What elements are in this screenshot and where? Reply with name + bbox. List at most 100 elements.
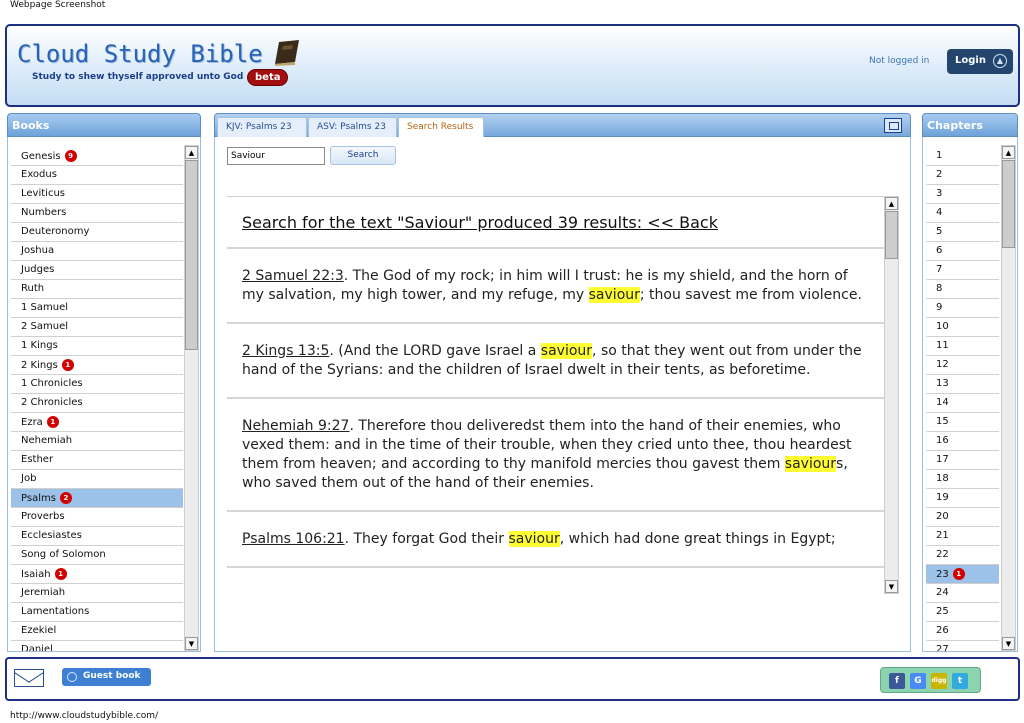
- guest-book-label: Guest book: [83, 671, 141, 681]
- verse-reference-link[interactable]: 2 Samuel 22:3: [242, 268, 344, 284]
- chapters-scrollbar[interactable]: ▲ ▼: [1001, 145, 1016, 651]
- result-text: . (And the LORD gave Israel a: [329, 343, 541, 359]
- results-scroll-thumb[interactable]: [885, 211, 898, 259]
- search-button[interactable]: Search: [330, 146, 396, 165]
- book-list-item[interactable]: Nehemiah: [11, 432, 183, 451]
- book-list-item[interactable]: Leviticus: [11, 185, 183, 204]
- chapter-list-item[interactable]: 22: [926, 546, 999, 565]
- results-scrollbar[interactable]: ▲ ▼: [884, 196, 899, 594]
- chapter-list-item[interactable]: 1: [926, 147, 999, 166]
- google-icon[interactable]: G: [910, 673, 926, 689]
- scroll-down-icon[interactable]: ▼: [885, 580, 898, 593]
- digg-icon[interactable]: digg: [931, 673, 947, 689]
- chapter-label: 27: [936, 644, 949, 652]
- scroll-down-icon[interactable]: ▼: [1002, 637, 1015, 650]
- highlighted-match: saviour: [784, 456, 837, 472]
- plus-icon: [67, 672, 77, 682]
- maximize-icon[interactable]: [884, 118, 902, 133]
- tab-kjv-psalms-23[interactable]: KJV: Psalms 23: [217, 117, 307, 138]
- tab-asv-psalms-23[interactable]: ASV: Psalms 23: [308, 117, 397, 138]
- book-list-item[interactable]: 2 Samuel: [11, 318, 183, 337]
- chapter-list-item[interactable]: 18: [926, 470, 999, 489]
- tab-search-results[interactable]: Search Results: [398, 117, 484, 138]
- chapters-scroll-thumb[interactable]: [1002, 160, 1015, 248]
- chapter-list-item[interactable]: 19: [926, 489, 999, 508]
- book-list-item[interactable]: Lamentations: [11, 603, 183, 622]
- chapter-list-item[interactable]: 7: [926, 261, 999, 280]
- book-list-item[interactable]: Ezra 1: [11, 413, 183, 432]
- chapter-label: 18: [936, 473, 949, 484]
- login-button[interactable]: Login ▲: [947, 49, 1013, 74]
- book-list-item[interactable]: 2 Kings 1: [11, 356, 183, 375]
- book-list-item[interactable]: Numbers: [11, 204, 183, 223]
- chapter-label: 23: [936, 569, 949, 580]
- book-list-item[interactable]: Esther: [11, 451, 183, 470]
- chapter-list-item[interactable]: 3: [926, 185, 999, 204]
- book-list-item[interactable]: 1 Chronicles: [11, 375, 183, 394]
- chapter-list-item[interactable]: 23 1: [926, 565, 999, 584]
- chapter-list-item[interactable]: 17: [926, 451, 999, 470]
- books-list: Genesis 9 Exodus Leviticus Numbers Deuteronom…: [7, 137, 201, 652]
- book-list-item[interactable]: Psalms 2: [11, 489, 183, 508]
- book-list-item[interactable]: Joshua: [11, 242, 183, 261]
- book-list-item[interactable]: Song of Solomon: [11, 546, 183, 565]
- books-scrollbar[interactable]: ▲ ▼: [184, 145, 199, 651]
- chapter-list-item[interactable]: 21: [926, 527, 999, 546]
- book-list-item[interactable]: 1 Kings: [11, 337, 183, 356]
- book-list-item[interactable]: Jeremiah: [11, 584, 183, 603]
- chapter-list-item[interactable]: 11: [926, 337, 999, 356]
- twitter-icon[interactable]: t: [952, 673, 968, 689]
- chapter-list-item[interactable]: 6: [926, 242, 999, 261]
- scroll-up-icon[interactable]: ▲: [185, 146, 198, 159]
- facebook-icon[interactable]: f: [889, 673, 905, 689]
- chapter-list-item[interactable]: 13: [926, 375, 999, 394]
- book-list-item[interactable]: Judges: [11, 261, 183, 280]
- chapter-list-item[interactable]: 4: [926, 204, 999, 223]
- book-label: Psalms: [21, 493, 56, 504]
- chapter-list-item[interactable]: 24: [926, 584, 999, 603]
- book-list-item[interactable]: Deuteronomy: [11, 223, 183, 242]
- chapter-list-item[interactable]: 2: [926, 166, 999, 185]
- chapter-list-item[interactable]: 14: [926, 394, 999, 413]
- verse-reference-link[interactable]: 2 Kings 13:5: [242, 343, 329, 359]
- book-list-item[interactable]: Isaiah 1: [11, 565, 183, 584]
- book-list-item[interactable]: Ruth: [11, 280, 183, 299]
- chapter-list-item[interactable]: 12: [926, 356, 999, 375]
- scroll-up-icon[interactable]: ▲: [885, 197, 898, 210]
- book-list-item[interactable]: 1 Samuel: [11, 299, 183, 318]
- chapter-list-item[interactable]: 9: [926, 299, 999, 318]
- book-label: Exodus: [21, 169, 57, 180]
- chapter-list-item[interactable]: 15: [926, 413, 999, 432]
- book-label: 1 Samuel: [21, 302, 69, 313]
- book-list-item[interactable]: Exodus: [11, 166, 183, 185]
- book-list-item[interactable]: Ecclesiastes: [11, 527, 183, 546]
- book-list-item[interactable]: 2 Chronicles: [11, 394, 183, 413]
- chapter-list-item[interactable]: 16: [926, 432, 999, 451]
- book-list-item[interactable]: Proverbs: [11, 508, 183, 527]
- book-list-item[interactable]: Job: [11, 470, 183, 489]
- bible-book-icon: [275, 40, 299, 66]
- chapter-label: 4: [936, 207, 943, 218]
- count-badge: 1: [54, 568, 67, 580]
- verse-reference-link[interactable]: Psalms 106:21: [242, 531, 345, 547]
- chapter-list-item[interactable]: 20: [926, 508, 999, 527]
- chapter-list-item[interactable]: 26: [926, 622, 999, 641]
- scroll-down-icon[interactable]: ▼: [185, 637, 198, 650]
- chapter-label: 25: [936, 606, 949, 617]
- scroll-up-icon[interactable]: ▲: [1002, 146, 1015, 159]
- verse-reference-link[interactable]: Nehemiah 9:27: [242, 418, 349, 434]
- chapter-list-item[interactable]: 8: [926, 280, 999, 299]
- chapter-list-item[interactable]: 5: [926, 223, 999, 242]
- guest-book-button[interactable]: Guest book: [62, 668, 151, 686]
- search-input[interactable]: [227, 147, 325, 165]
- books-scroll-thumb[interactable]: [185, 160, 198, 350]
- book-list-item[interactable]: Genesis 9: [11, 147, 183, 166]
- site-logo-title[interactable]: Cloud Study Bible: [17, 40, 263, 68]
- mail-icon[interactable]: [14, 669, 44, 687]
- chapter-list-item[interactable]: 10: [926, 318, 999, 337]
- book-list-item[interactable]: Daniel: [11, 641, 183, 651]
- chapter-list-item[interactable]: 27: [926, 641, 999, 652]
- chapter-list-item[interactable]: 25: [926, 603, 999, 622]
- results-heading[interactable]: Search for the text "Saviour" produced 3…: [227, 197, 884, 249]
- book-list-item[interactable]: Ezekiel: [11, 622, 183, 641]
